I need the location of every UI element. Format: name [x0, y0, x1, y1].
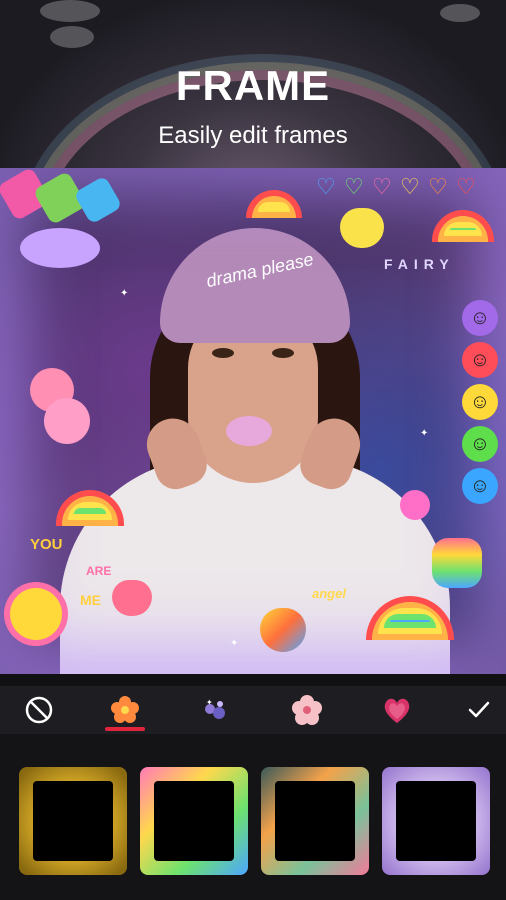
thumbnail-preview: [396, 781, 476, 861]
tab-blossom[interactable]: [282, 686, 332, 734]
thumbnail-yellow-flower-frame[interactable]: [19, 767, 127, 875]
bokeh-light: [40, 0, 100, 22]
tab-sparkle[interactable]: ✦: [190, 686, 240, 734]
sparkle-icon: ✦: [205, 698, 225, 719]
heart-outline-icon: ♡: [456, 174, 476, 199]
thumbnail-preview: [275, 781, 355, 861]
smiley-sticker: ☺: [462, 342, 498, 378]
bokeh-light: [440, 4, 480, 22]
rainbow-heart-sticker: [260, 608, 306, 652]
angel-sticker-text: angel: [312, 586, 346, 601]
rainbow-bear-sticker: [432, 538, 482, 588]
smiley-sticker: ☺: [462, 426, 498, 462]
heart-outline-icon: ♡: [344, 174, 364, 199]
heart-icon: [384, 698, 410, 723]
yellow-heart-sticker: [340, 208, 384, 248]
thumbnail-preview: [154, 781, 234, 861]
lollipop-sticker: [44, 398, 90, 444]
candy-sticker: [400, 490, 430, 520]
bokeh-light: [50, 26, 94, 48]
heart-outline-icon: ♡: [372, 174, 392, 199]
check-icon: [468, 701, 490, 718]
active-tab-indicator: [105, 727, 145, 731]
you-sticker-text: YOU: [30, 536, 63, 553]
no-frame-button[interactable]: [14, 686, 64, 734]
me-sticker-text: ME: [80, 592, 101, 608]
cloud-sticker: [20, 228, 100, 268]
thumbnail-floral-frame[interactable]: [261, 767, 369, 875]
sparkle-icon: ✦: [120, 288, 129, 299]
heart-outline-icon: ♡: [316, 174, 336, 199]
svg-text:✦: ✦: [206, 698, 213, 707]
frame-category-toolbar: ✦: [0, 686, 506, 734]
page-subtitle: Easily edit frames: [158, 122, 348, 149]
heart-outline-icon: ♡: [428, 174, 448, 199]
heart-smiley-sticker: [112, 580, 152, 616]
heart-outline-icon: ♡: [400, 174, 420, 199]
photo-canvas[interactable]: drama please ♡ ♡ ♡ ♡ ♡ ♡ FAIRY ☺ ☺ ☺ ☺ ☺…: [0, 168, 506, 674]
smiley-sticker: ☺: [462, 384, 498, 420]
fairy-sticker-text: FAIRY: [384, 256, 455, 272]
thumbnail-rainbow-sticker-frame[interactable]: [140, 767, 248, 875]
sparkle-icon: ✦: [420, 428, 429, 439]
thumbnail-purple-cloud-frame[interactable]: [382, 767, 490, 875]
confirm-button[interactable]: [454, 686, 504, 734]
thumbnail-preview: [33, 781, 113, 861]
smiley-sticker: ☺: [462, 468, 498, 504]
promo-header: FRAME Easily edit frames: [0, 0, 506, 168]
frame-thumbnail-list: [0, 734, 506, 900]
no-frame-icon: [25, 696, 53, 724]
flower-smiley-sticker: [10, 588, 62, 640]
smiley-sticker: ☺: [462, 300, 498, 336]
flower-icon: [111, 696, 139, 723]
blossom-icon: [292, 695, 322, 725]
sparkle-icon: ✦: [230, 638, 239, 649]
page-title: FRAME: [175, 62, 331, 109]
tab-heart[interactable]: [372, 686, 422, 734]
are-sticker-text: ARE: [86, 564, 112, 578]
